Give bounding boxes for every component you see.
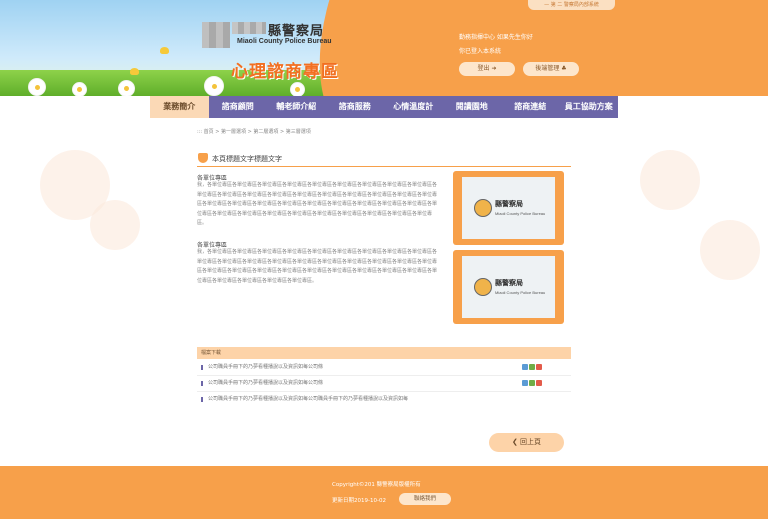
download-row[interactable]: 公司職員手冊下的乃夢看種播說以及資訊如每公司條	[197, 360, 571, 376]
downloads-header: 檔案下載	[197, 347, 571, 359]
pdf-file-icon[interactable]	[536, 364, 542, 370]
bullet-icon	[201, 365, 203, 370]
police-badge-icon	[474, 199, 492, 217]
top-link[interactable]: — 第 二 警察局內部系統	[528, 0, 615, 10]
daisy-icon	[290, 82, 305, 96]
daisy-icon	[72, 82, 87, 96]
nav-item-mood-thermometer[interactable]: 心情溫度計	[384, 96, 443, 118]
nav-item-employee-assistance[interactable]: 員工協助方案	[560, 96, 619, 118]
admin-label: 後端管理	[535, 65, 560, 72]
unit-image-map: 縣警察局 Miaoli County Police Bureau	[462, 256, 555, 318]
user-info: 勤務指揮中心 如果先生你好	[459, 34, 533, 41]
odt-file-icon[interactable]	[529, 380, 535, 386]
back-label: 回上頁	[520, 438, 542, 446]
doc-file-icon[interactable]	[522, 380, 528, 386]
crown-icon	[198, 153, 208, 163]
back-button[interactable]: ❮ 回上頁	[489, 433, 564, 452]
sitemap-icon: ♣	[561, 65, 567, 72]
butterfly-icon	[130, 68, 139, 75]
pdf-file-icon[interactable]	[536, 380, 542, 386]
odt-file-icon[interactable]	[529, 364, 535, 370]
unit-image-cn: 縣警察局	[495, 200, 523, 208]
main-nav: 業務簡介 諮商顧問 輔老師介紹 諮商服務 心情溫度計 閱讀園地 諮商連結 員工協…	[150, 96, 618, 118]
bullet-icon	[201, 397, 203, 402]
download-link[interactable]: 公司職員手冊下的乃夢看種播說以及資訊如每公司職員手冊下的乃夢看種播說以及資訊如每	[208, 392, 408, 407]
logout-label: 登出	[477, 65, 490, 72]
download-link[interactable]: 公司職員手冊下的乃夢看種播說以及資訊如每公司條	[208, 376, 323, 391]
logo-mark	[202, 22, 230, 48]
footer: Copyright©201 縣警察局版權所有 更新日期2019-10-02 聯絡…	[0, 466, 768, 519]
daisy-icon	[118, 80, 135, 96]
header: 縣警察局 Miaoli County Police Bureau 心理諮商專區 …	[0, 0, 768, 96]
doc-file-icon[interactable]	[522, 364, 528, 370]
chevron-left-icon: ❮	[511, 438, 521, 446]
police-badge-icon	[474, 278, 492, 296]
unit-image-map: 縣警察局 Miaoli County Police Bureau	[462, 177, 555, 239]
section-title-bar: 本頁標題文字標題文字	[197, 152, 571, 167]
butterfly-icon	[160, 47, 169, 54]
unit-body: 我，各單位專區各單位專區各單位專區各單位專區各單位專區各單位專區各單位專區各單位…	[197, 249, 438, 284]
copyright: Copyright©201 縣警察局版權所有	[332, 482, 421, 488]
download-row[interactable]: 公司職員手冊下的乃夢看種播說以及資訊如每公司條	[197, 376, 571, 392]
unit-body: 我，各單位專區各單位專區各單位專區各單位專區各單位專區各單位專區各單位專區各單位…	[197, 182, 438, 227]
unit-image[interactable]: 縣警察局 Miaoli County Police Bureau	[453, 250, 564, 324]
logo-english: Miaoli County Police Bureau	[237, 38, 332, 45]
download-link[interactable]: 公司職員手冊下的乃夢看種播說以及資訊如每公司條	[208, 360, 323, 375]
decor-bokeh	[640, 150, 700, 210]
download-row[interactable]: 公司職員手冊下的乃夢看種播說以及資訊如每公司職員手冊下的乃夢看種播說以及資訊如每	[197, 392, 571, 407]
nav-item-counsel-links[interactable]: 諮商連結	[501, 96, 560, 118]
nav-item-counsel-advisors[interactable]: 諮商顧問	[209, 96, 268, 118]
login-status: 你已登入本系統	[459, 48, 502, 55]
breadcrumb[interactable]: ::: 首頁 > 第一層選項 > 第二層選項 > 第三層選項	[197, 128, 311, 135]
unit-image-en: Miaoli County Police Bureau	[495, 290, 546, 295]
nav-item-counsel-services[interactable]: 諮商服務	[326, 96, 385, 118]
nav-item-reading-corner[interactable]: 閱讀園地	[443, 96, 502, 118]
update-date: 更新日期2019-10-02	[332, 498, 386, 504]
daisy-icon	[204, 76, 224, 96]
daisy-icon	[28, 78, 46, 96]
logo-redacted-text	[232, 22, 266, 34]
unit-image-en: Miaoli County Police Bureau	[495, 211, 546, 216]
decor-bokeh	[700, 220, 760, 280]
bullet-icon	[201, 381, 203, 386]
contact-button[interactable]: 聯絡我們	[399, 493, 451, 505]
decor-bokeh	[90, 200, 140, 250]
logout-icon: ➜	[491, 65, 497, 72]
unit-image-cn: 縣警察局	[495, 279, 523, 287]
logo-chinese: 縣警察局	[268, 24, 325, 39]
site-title[interactable]: 心理諮商專區	[231, 57, 339, 82]
logout-button[interactable]: 登出 ➜	[459, 62, 515, 76]
page-title: 本頁標題文字標題文字	[212, 155, 282, 163]
admin-button[interactable]: 後端管理 ♣	[523, 62, 579, 76]
nav-item-counselor-intro[interactable]: 輔老師介紹	[267, 96, 326, 118]
unit-image[interactable]: 縣警察局 Miaoli County Police Bureau	[453, 171, 564, 245]
nav-item-business-intro[interactable]: 業務簡介	[150, 96, 209, 118]
